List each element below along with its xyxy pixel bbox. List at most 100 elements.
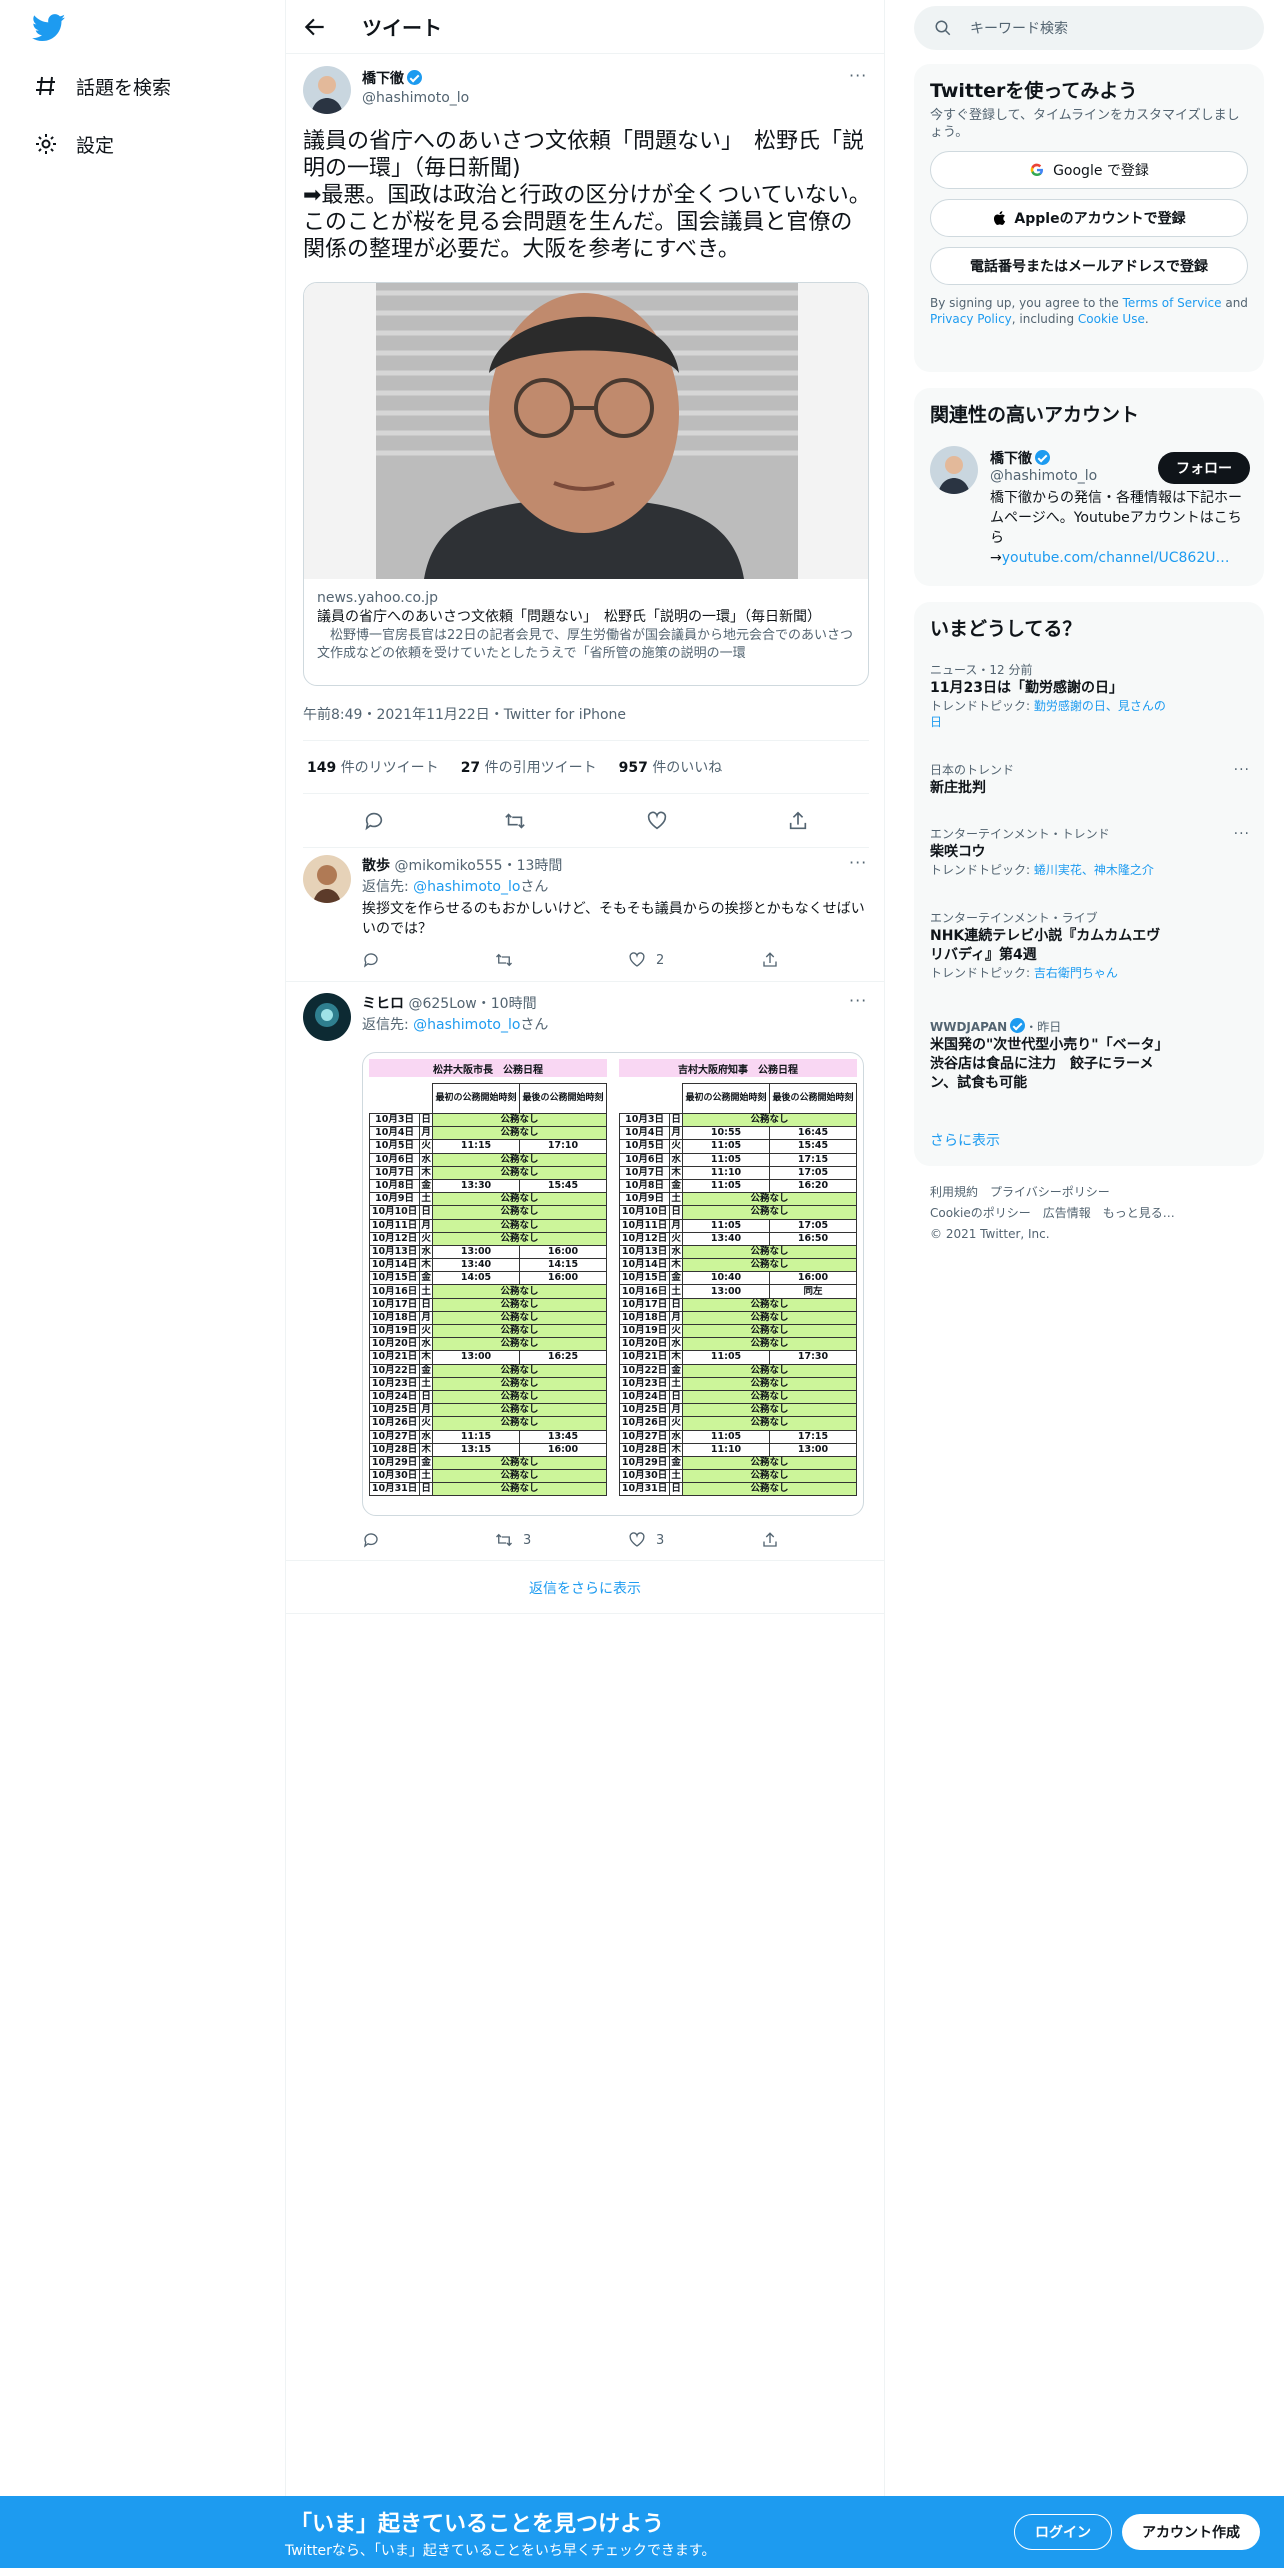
author-avatar[interactable] bbox=[303, 66, 351, 114]
apple-icon bbox=[994, 211, 1006, 225]
reply-handle[interactable]: @mikomiko555 bbox=[394, 858, 502, 874]
apple-signup-button[interactable]: Appleのアカウントで登録 bbox=[930, 199, 1248, 237]
retweet-count[interactable]: 149 件のリツイート bbox=[307, 757, 439, 777]
reply-like[interactable]: 3 bbox=[628, 1531, 761, 1549]
card-description: 松野博一官房長官は22日の記者会見で、厚生労働省が国会議員から地元会合でのあいさ… bbox=[317, 628, 854, 661]
reply-share[interactable] bbox=[761, 951, 894, 969]
replying-to-link[interactable]: @hashimoto_lo bbox=[413, 1017, 520, 1033]
schedule-row: 10月12日火公務なし bbox=[368, 1231, 607, 1246]
show-more-trends-link[interactable]: さらに表示 bbox=[930, 1130, 1000, 1150]
author-handle[interactable]: @hashimoto_lo bbox=[362, 90, 469, 106]
terms-link[interactable]: Terms of Service bbox=[1123, 296, 1222, 310]
reply-time[interactable]: ・10時間 bbox=[477, 996, 537, 1012]
reply-author[interactable]: 散歩 bbox=[362, 858, 390, 874]
schedule-row: 10月8日金 13:30 15:45 bbox=[368, 1178, 607, 1194]
card-image bbox=[304, 283, 868, 579]
reply-body: 散歩 @mikomiko555・13時間 返信先: @hashimoto_loさ… bbox=[362, 855, 867, 939]
trend-item[interactable]: ニュース・12 分前 11月23日は「勤労感謝の日」 トレンドトピック: 勤労感… bbox=[930, 662, 1250, 730]
tweet-actions bbox=[303, 794, 869, 848]
twitter-logo-icon[interactable] bbox=[32, 14, 66, 42]
reply-retweet[interactable] bbox=[495, 951, 628, 969]
card-title: 議員の省庁へのあいさつ文依頼「問題ない」 松野氏「説明の一環」（毎日新聞） bbox=[317, 609, 821, 625]
follow-button[interactable]: フォロー bbox=[1158, 452, 1250, 484]
schedule-row: 10月14日木公務なし bbox=[618, 1258, 857, 1273]
reply-reply[interactable] bbox=[362, 1531, 495, 1549]
schedule-row: 10月11日月公務なし bbox=[368, 1218, 607, 1233]
footer-links-1[interactable]: 利用規約 プライバシーポリシー bbox=[930, 1182, 1175, 1203]
more-options-icon[interactable]: ··· bbox=[849, 66, 867, 85]
hashtag-icon bbox=[36, 76, 55, 96]
quote-count[interactable]: 27 件の引用ツイート bbox=[461, 757, 597, 777]
trend-item[interactable]: WWDJAPAN ・昨日 米国発の"次世代型小売り"「ベータ」渋谷店は食品に注力 … bbox=[930, 1018, 1170, 1093]
schedule-row: 10月27日水 11:15 13:45 bbox=[368, 1429, 607, 1444]
nav-settings-label: 設定 bbox=[76, 134, 115, 157]
link-card[interactable]: news.yahoo.co.jp 議員の省庁へのあいさつ文依頼「問題ない」 松野… bbox=[303, 282, 869, 686]
more-options-icon[interactable]: ··· bbox=[849, 991, 867, 1010]
schedule-row: 10月5日火 11:15 17:10 bbox=[368, 1139, 607, 1154]
back-arrow-icon[interactable] bbox=[302, 14, 328, 40]
reply-item[interactable]: 散歩 @mikomiko555・13時間 返信先: @hashimoto_loさ… bbox=[286, 849, 884, 982]
related-avatar[interactable] bbox=[930, 446, 978, 494]
retweet-icon[interactable] bbox=[504, 810, 526, 832]
schedule-row: 10月13日水 13:00 16:00 bbox=[368, 1244, 607, 1260]
related-name[interactable]: 橋下徹 bbox=[990, 451, 1032, 467]
share-icon[interactable] bbox=[787, 810, 809, 832]
related-bio-link[interactable]: youtube.com/channel/UC862U… bbox=[1002, 550, 1230, 566]
reply-reply[interactable] bbox=[362, 951, 495, 969]
gear-icon bbox=[36, 134, 56, 154]
reply-icon[interactable] bbox=[363, 810, 385, 832]
more-options-icon[interactable]: ··· bbox=[1234, 762, 1250, 779]
google-signup-button[interactable]: Google で登録 bbox=[930, 151, 1248, 189]
author-name[interactable]: 橋下徹 bbox=[362, 71, 404, 87]
phone-email-signup-button[interactable]: 電話番号またはメールアドレスで登録 bbox=[930, 247, 1248, 285]
more-options-icon[interactable]: ··· bbox=[849, 853, 867, 872]
schedule-row: 10月18日月公務なし bbox=[618, 1310, 857, 1326]
related-accounts-box: 関連性の高いアカウント 橋下徹 @hashimoto_lo 橋下徹からの発信・各… bbox=[914, 388, 1264, 586]
page-title: ツイート bbox=[362, 16, 442, 40]
more-options-icon[interactable]: ··· bbox=[1234, 826, 1250, 843]
privacy-link[interactable]: Privacy Policy bbox=[930, 312, 1012, 326]
tweet-timestamp[interactable]: 午前8:49・2021年11月22日・Twitter for iPhone bbox=[303, 704, 626, 724]
schedule-row: 10月28日木 13:15 16:00 bbox=[368, 1442, 607, 1457]
nav-settings[interactable]: 設定 bbox=[34, 124, 114, 164]
signup-button[interactable]: アカウント作成 bbox=[1122, 2514, 1260, 2550]
trend-item[interactable]: エンターテインメント・ライブ NHK連続テレビ小説『カムカムエヴリバディ』第4週… bbox=[930, 910, 1170, 981]
schedule-table-left: 松井大阪市長 公務日程 最初の公務開始時刻 最後の公務開始時刻 10月3日日公務なし… bbox=[368, 1059, 607, 1497]
trend-item[interactable]: エンターテインメント・トレンド 柴咲コウ トレンドトピック: 蜷川実花、神木隆之… bbox=[930, 826, 1250, 878]
search-input[interactable]: キーワード検索 bbox=[970, 18, 1068, 38]
schedule-row: 10月26日火公務なし bbox=[368, 1416, 607, 1431]
login-button[interactable]: ログイン bbox=[1014, 2514, 1112, 2550]
schedule-row: 10月6日水公務なし bbox=[368, 1152, 607, 1167]
like-heart-icon[interactable] bbox=[646, 810, 668, 832]
cookie-link[interactable]: Cookie Use bbox=[1078, 312, 1145, 326]
schedule-row: 10月14日木 13:40 14:15 bbox=[368, 1258, 607, 1273]
like-count[interactable]: 957 件のいいね bbox=[619, 757, 723, 777]
reply-share[interactable] bbox=[761, 1531, 894, 1549]
footer-links-2[interactable]: Cookieのポリシー 広告情報 もっと見る… bbox=[930, 1203, 1175, 1224]
reply-icon bbox=[363, 953, 378, 968]
schedule-row: 10月4日月公務なし bbox=[368, 1126, 607, 1141]
schedule-row: 10月20日水公務なし bbox=[368, 1337, 607, 1352]
nav-explore[interactable]: 話題を検索 bbox=[34, 66, 171, 106]
left-nav: 話題を検索 設定 bbox=[0, 0, 284, 2500]
schedule-row: 10月26日火公務なし bbox=[618, 1416, 857, 1431]
nav-explore-label: 話題を検索 bbox=[76, 76, 172, 99]
reply-avatar[interactable] bbox=[303, 993, 351, 1041]
show-more-replies-button[interactable]: 返信をさらに表示 bbox=[286, 1562, 884, 1614]
replying-to-link[interactable]: @hashimoto_lo bbox=[413, 879, 520, 895]
reply-avatar[interactable] bbox=[303, 855, 351, 903]
reply-handle[interactable]: @625Low bbox=[408, 996, 476, 1012]
schedule-row: 10月23日土公務なし bbox=[618, 1376, 857, 1391]
reply-author[interactable]: ミヒロ bbox=[362, 996, 404, 1012]
trend-item[interactable]: 日本のトレンド 新庄批判 ··· bbox=[930, 762, 1250, 798]
reply-like[interactable]: 2 bbox=[628, 951, 761, 969]
reply-retweet[interactable]: 3 bbox=[495, 1531, 628, 1549]
search-bar[interactable]: キーワード検索 bbox=[914, 6, 1264, 50]
share-icon bbox=[763, 952, 777, 967]
schedule-row: 10月30日土公務なし bbox=[618, 1469, 857, 1484]
reply-icon bbox=[363, 1533, 378, 1548]
reply-image-schedule[interactable]: 松井大阪市長 公務日程 最初の公務開始時刻 最後の公務開始時刻 10月3日日公務なし… bbox=[362, 1052, 864, 1516]
reply-time[interactable]: ・13時間 bbox=[503, 858, 563, 874]
schedule-row: 10月17日日公務なし bbox=[368, 1297, 607, 1312]
related-bio: 橋下徹からの発信・各種情報は下記ホームページへ。Youtubeアカウントはこちら… bbox=[990, 490, 1242, 566]
